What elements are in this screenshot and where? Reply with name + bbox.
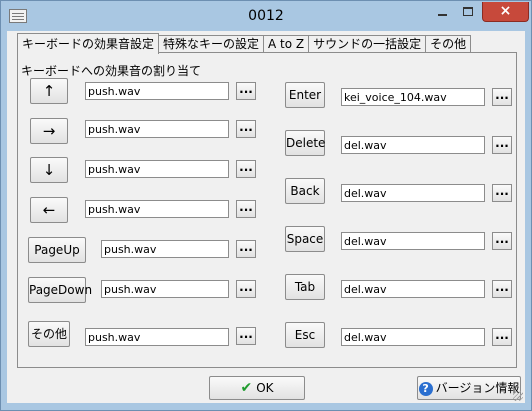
browse-button-pageup[interactable]: ...: [236, 240, 256, 258]
key-button-esc[interactable]: Esc: [285, 322, 325, 348]
sound-field-up[interactable]: push.wav: [85, 82, 229, 100]
key-button-pagedown[interactable]: PageDown: [28, 277, 92, 303]
version-info-label: バージョン情報: [435, 381, 520, 395]
browse-button-up[interactable]: ...: [236, 82, 256, 100]
key-button-tab[interactable]: Tab: [285, 274, 325, 300]
browse-button-other[interactable]: ...: [236, 327, 256, 345]
sound-field-space[interactable]: del.wav: [341, 232, 485, 250]
browse-button-back[interactable]: ...: [492, 184, 512, 202]
maximize-button[interactable]: [455, 2, 481, 21]
sound-field-down[interactable]: push.wav: [85, 160, 229, 178]
tab-other[interactable]: その他: [425, 35, 472, 53]
help-question-icon: ?: [418, 381, 433, 396]
sound-field-left[interactable]: push.wav: [85, 200, 229, 218]
key-button-delete[interactable]: Delete: [285, 130, 325, 156]
key-button-left[interactable]: ←: [30, 197, 68, 223]
sound-field-pagedown[interactable]: push.wav: [101, 280, 229, 298]
browse-button-tab[interactable]: ...: [492, 280, 512, 298]
app-window: 0012 × キーボードの効果音設定 特殊なキーの設定 A to Z サウンドの…: [0, 0, 532, 411]
tab-bulk-sound[interactable]: サウンドの一括設定: [308, 35, 427, 53]
resize-grip-icon[interactable]: [513, 391, 523, 401]
dialog-client-area: キーボードの効果音設定 特殊なキーの設定 A to Z サウンドの一括設定 その…: [7, 31, 525, 403]
browse-button-enter[interactable]: ...: [492, 88, 512, 106]
sound-field-back[interactable]: del.wav: [341, 184, 485, 202]
browse-button-space[interactable]: ...: [492, 232, 512, 250]
tab-special-keys[interactable]: 特殊なキーの設定: [158, 35, 265, 53]
sound-field-esc[interactable]: del.wav: [341, 328, 485, 346]
tab-strip: キーボードの効果音設定 特殊なキーの設定 A to Z サウンドの一括設定 その…: [17, 33, 472, 54]
title-bar[interactable]: 0012 ×: [1, 1, 531, 31]
tab-a-to-z[interactable]: A to Z: [263, 35, 310, 53]
sound-field-other[interactable]: push.wav: [85, 328, 229, 346]
sound-field-right[interactable]: push.wav: [85, 120, 229, 138]
key-button-other[interactable]: その他: [28, 321, 70, 347]
tab-keyboard-sound[interactable]: キーボードの効果音設定: [17, 33, 160, 54]
section-label: キーボードへの効果音の割り当て: [21, 64, 202, 78]
browse-button-esc[interactable]: ...: [492, 328, 512, 346]
sound-field-delete[interactable]: del.wav: [341, 136, 485, 154]
checkmark-icon: ✔: [240, 380, 253, 396]
browse-button-right[interactable]: ...: [236, 120, 256, 138]
ok-label: OK: [256, 381, 274, 395]
key-button-down[interactable]: ↓: [30, 157, 68, 183]
key-button-back[interactable]: Back: [285, 178, 325, 204]
key-button-right[interactable]: →: [30, 118, 68, 144]
key-button-space[interactable]: Space: [285, 226, 325, 252]
browse-button-pagedown[interactable]: ...: [236, 280, 256, 298]
minimize-button[interactable]: [429, 2, 455, 21]
sound-field-enter[interactable]: kei_voice_104.wav: [341, 88, 485, 106]
ok-button[interactable]: ✔ OK: [209, 376, 305, 400]
key-button-pageup[interactable]: PageUp: [28, 237, 86, 263]
key-button-up[interactable]: ↑: [30, 78, 68, 104]
browse-button-left[interactable]: ...: [236, 200, 256, 218]
sound-field-pageup[interactable]: push.wav: [101, 240, 229, 258]
key-button-enter[interactable]: Enter: [285, 82, 325, 108]
close-button[interactable]: ×: [482, 2, 529, 22]
sound-field-tab[interactable]: del.wav: [341, 280, 485, 298]
browse-button-down[interactable]: ...: [236, 160, 256, 178]
version-info-button[interactable]: ? バージョン情報: [417, 376, 521, 400]
browse-button-delete[interactable]: ...: [492, 136, 512, 154]
